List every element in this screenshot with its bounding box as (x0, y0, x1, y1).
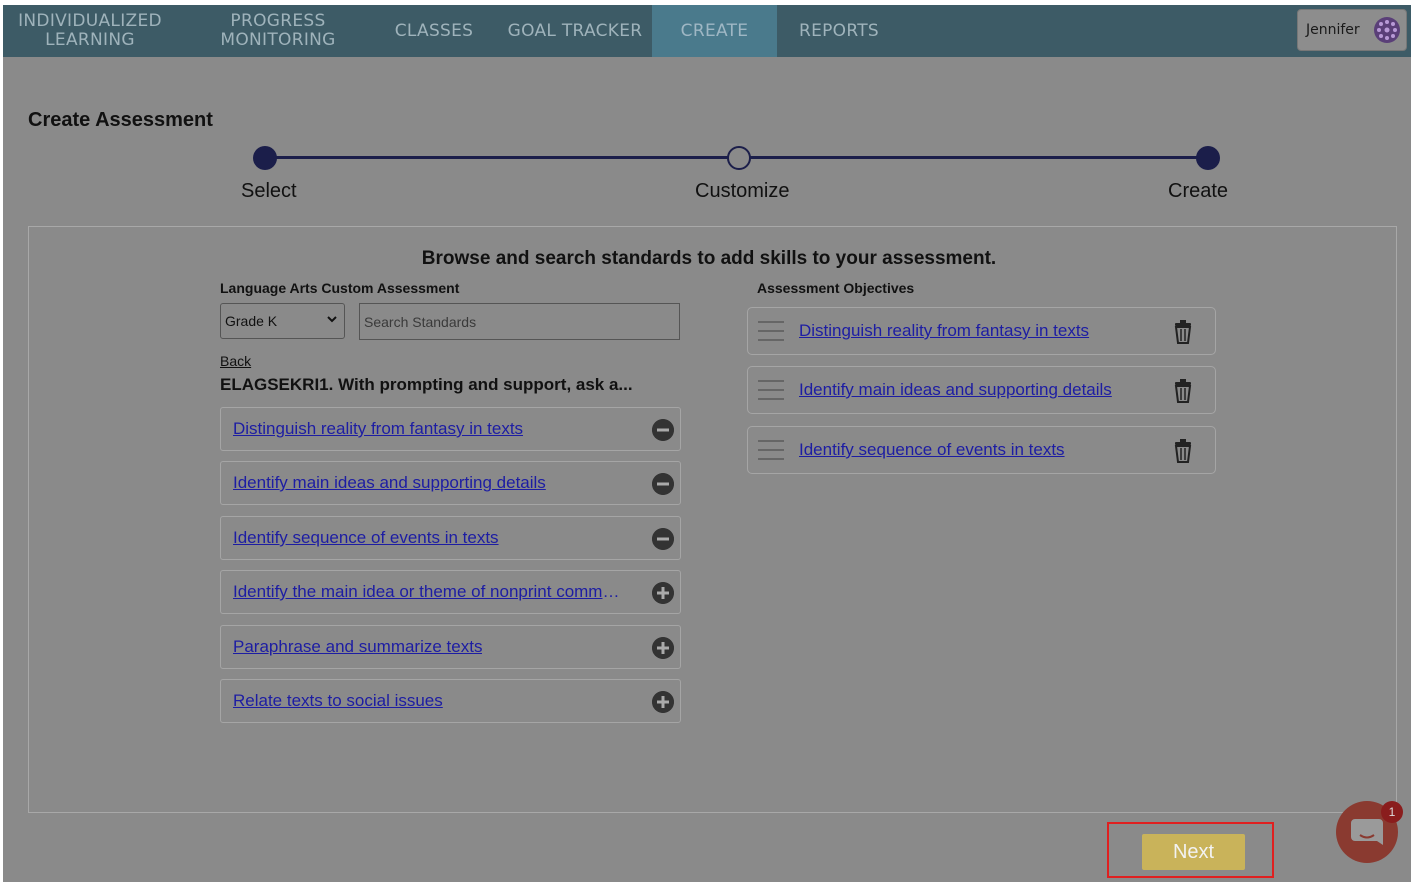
skill-item: Identify sequence of events in texts (220, 516, 681, 560)
app-frame: INDIVIDUALIZED LEARNING PROGRESS MONITOR… (3, 5, 1411, 882)
skill-item: Identify main ideas and supporting detai… (220, 461, 681, 505)
page-title: Create Assessment (28, 109, 213, 131)
trash-icon[interactable] (1172, 439, 1194, 463)
trash-icon[interactable] (1172, 379, 1194, 403)
step-create-dot (1196, 146, 1220, 170)
nav-classes[interactable]: CLASSES (383, 5, 485, 57)
skill-item: Identify the main idea or theme of nonpr… (220, 570, 681, 614)
skill-item: Distinguish reality from fantasy in text… (220, 407, 681, 451)
back-link[interactable]: Back (220, 353, 251, 369)
objective-link[interactable]: Identify sequence of events in texts (799, 440, 1065, 460)
add-skill-icon[interactable] (652, 691, 674, 713)
step-select-label: Select (241, 180, 297, 202)
nav-label-line1: INDIVIDUALIZED (18, 11, 162, 31)
top-nav: INDIVIDUALIZED LEARNING PROGRESS MONITOR… (3, 5, 1411, 57)
next-button[interactable]: Next (1142, 834, 1245, 870)
search-placeholder: Search Standards (364, 313, 477, 330)
remove-skill-icon[interactable] (652, 473, 674, 495)
objective-item: Identify main ideas and supporting detai… (747, 366, 1216, 414)
objective-link[interactable]: Identify main ideas and supporting detai… (799, 380, 1112, 400)
remove-skill-icon[interactable] (652, 528, 674, 550)
nav-goal-tracker[interactable]: GOAL TRACKER (499, 5, 651, 57)
skill-link[interactable]: Identify the main idea or theme of nonpr… (233, 582, 623, 602)
nav-create[interactable]: CREATE (652, 5, 777, 57)
step-customize-label: Customize (695, 180, 790, 202)
avatar-icon (1374, 17, 1400, 43)
skill-link[interactable]: Relate texts to social issues (233, 691, 443, 711)
objective-link[interactable]: Distinguish reality from fantasy in text… (799, 321, 1089, 341)
nav-progress-monitoring[interactable]: PROGRESS MONITORING (203, 5, 353, 57)
skill-link[interactable]: Identify sequence of events in texts (233, 528, 499, 548)
skill-item: Paraphrase and summarize texts (220, 625, 681, 669)
objective-item: Distinguish reality from fantasy in text… (747, 307, 1216, 355)
search-standards-input[interactable]: Search Standards (359, 303, 680, 340)
skill-link[interactable]: Distinguish reality from fantasy in text… (233, 419, 523, 439)
standard-title: ELAGSEKRI1. With prompting and support, … (220, 375, 633, 394)
add-skill-icon[interactable] (652, 637, 674, 659)
skill-item: Relate texts to social issues (220, 679, 681, 723)
skill-link[interactable]: Identify main ideas and supporting detai… (233, 473, 546, 493)
objective-item: Identify sequence of events in texts (747, 426, 1216, 474)
nav-label-line2: LEARNING (45, 30, 135, 50)
nav-label-line2: MONITORING (220, 30, 336, 50)
chat-unread-badge: 1 (1381, 801, 1403, 823)
step-select-dot (253, 146, 277, 170)
user-menu[interactable]: Jennifer (1297, 9, 1407, 51)
user-name: Jennifer (1306, 22, 1360, 38)
nav-label-line1: PROGRESS (230, 11, 326, 31)
assessment-type-label: Language Arts Custom Assessment (220, 280, 460, 296)
trash-icon[interactable] (1172, 320, 1194, 344)
drag-handle-icon[interactable] (758, 319, 784, 343)
remove-skill-icon[interactable] (652, 419, 674, 441)
grade-select-value: Grade K (225, 313, 278, 329)
step-create-label: Create (1168, 180, 1229, 202)
add-skill-icon[interactable] (652, 582, 674, 604)
drag-handle-icon[interactable] (758, 378, 784, 402)
skill-link[interactable]: Paraphrase and summarize texts (233, 637, 482, 657)
chevron-down-icon (327, 316, 337, 323)
grade-select[interactable]: Grade K (220, 303, 345, 339)
nav-reports[interactable]: REPORTS (789, 5, 889, 57)
step-customize-dot (727, 146, 751, 170)
objectives-label: Assessment Objectives (757, 280, 915, 296)
drag-handle-icon[interactable] (758, 438, 784, 462)
panel-heading: Browse and search standards to add skill… (421, 248, 997, 269)
nav-individualized-learning[interactable]: INDIVIDUALIZED LEARNING (3, 5, 177, 57)
